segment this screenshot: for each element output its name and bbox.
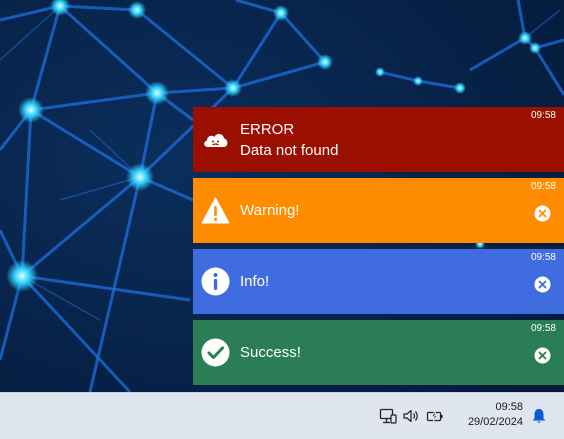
volume-icon[interactable] — [402, 407, 420, 425]
battery-icon[interactable] — [426, 407, 444, 425]
clock-time: 09:58 — [495, 401, 523, 413]
close-icon[interactable] — [534, 276, 551, 293]
cloud-error-icon — [201, 125, 230, 154]
checkmark-icon — [201, 338, 230, 367]
toast-time: 09:58 — [530, 110, 556, 121]
toast-message: Data not found — [240, 141, 339, 159]
toast-time: 09:58 — [530, 252, 556, 263]
toast-message: Info! — [240, 273, 270, 290]
close-icon[interactable] — [534, 205, 551, 222]
system-clock[interactable]: 09:58 29/02/2024 — [468, 400, 523, 430]
taskbar: 09:58 29/02/2024 — [0, 392, 564, 439]
toast-message: Warning! — [240, 202, 300, 219]
info-icon — [201, 267, 230, 296]
toast-title: ERROR — [240, 120, 295, 138]
clock-date: 29/02/2024 — [467, 416, 523, 428]
toast-info[interactable]: Info! 09:58 — [193, 249, 564, 314]
warning-icon — [201, 196, 230, 225]
toast-error[interactable]: ERROR Data not found 09:58 — [193, 107, 564, 172]
toast-success[interactable]: Success! 09:58 — [193, 320, 564, 385]
toast-time: 09:58 — [530, 181, 556, 192]
close-icon[interactable] — [534, 347, 551, 364]
network-icon[interactable] — [379, 407, 397, 425]
toast-message: Success! — [240, 344, 301, 361]
toast-time: 09:58 — [530, 323, 556, 334]
bell-icon[interactable] — [530, 407, 548, 425]
toast-warning[interactable]: Warning! 09:58 — [193, 178, 564, 243]
